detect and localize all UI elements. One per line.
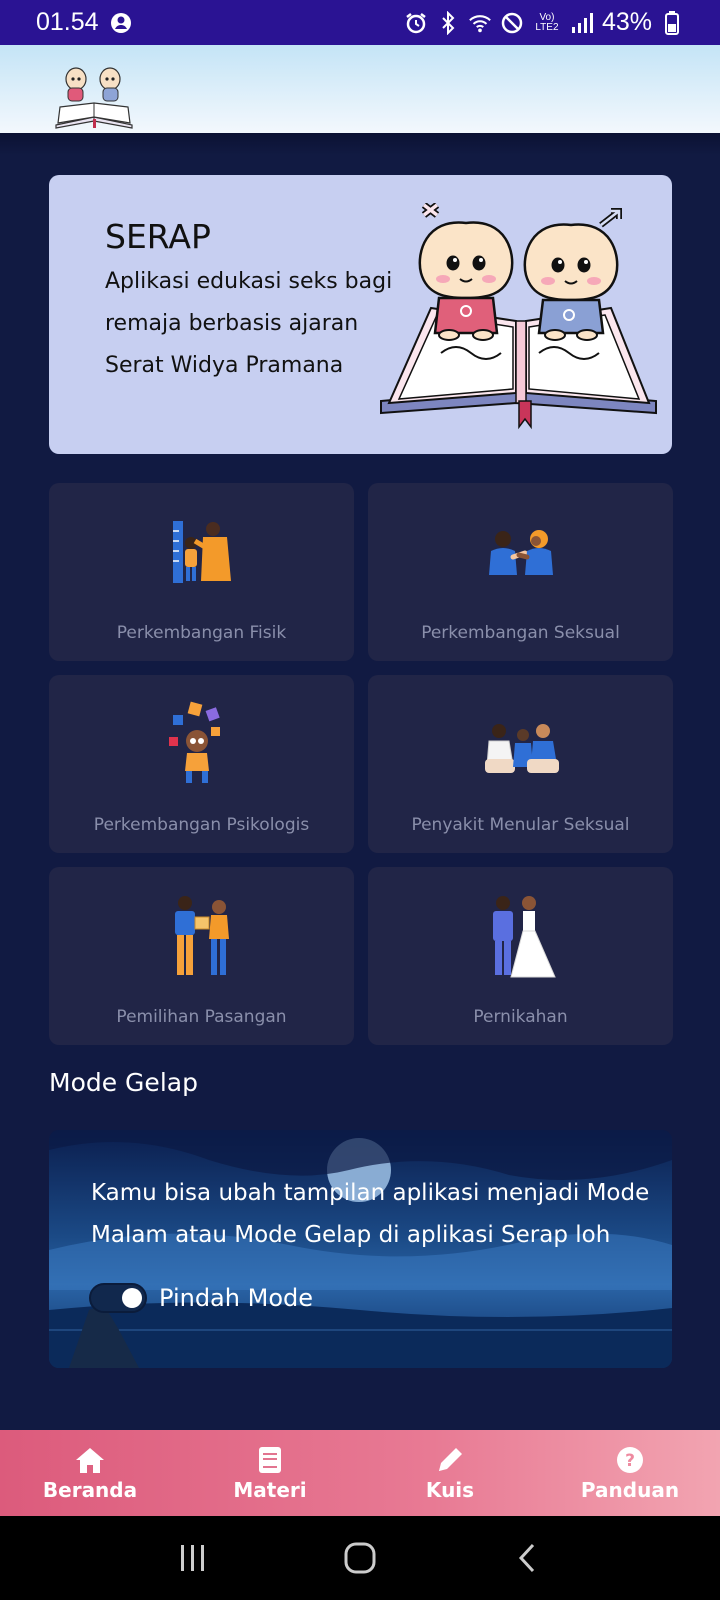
nav-kuis[interactable]: Kuis [360,1430,540,1516]
nav-label: Kuis [425,1478,475,1502]
nav-materi[interactable]: Materi [180,1430,360,1516]
nav-label: Panduan [580,1478,680,1502]
topic-grid: Perkembangan Fisik Perkembangan Seksual … [49,483,673,1045]
menu-card-pernikahan[interactable]: Pernikahan [368,867,673,1045]
hero-card: SERAP Aplikasi edukasi seks bagi remaja … [49,175,672,454]
battery-percent: 43% [601,8,652,36]
hero-description: Aplikasi edukasi seks bagi remaja berbas… [105,269,393,378]
battery-icon [660,10,684,35]
menu-label: Perkembangan Fisik [116,623,287,643]
nav-panduan[interactable]: ? Panduan [540,1430,720,1516]
dark-mode-card: Kamu bisa ubah tampilan aplikasi menjadi… [49,1130,672,1368]
wedding-couple-icon [492,896,556,978]
menu-card-penyakit-menular-seksual[interactable]: Penyakit Menular Seksual [368,675,673,853]
serap-mascot-illustration [380,203,657,430]
help-icon: ? [613,1444,647,1476]
home-circle-icon [344,1542,376,1574]
bluetooth-icon [436,10,460,35]
toggle-label: Pindah Mode [159,1284,313,1312]
dark-mode-toggle[interactable] [89,1283,147,1313]
back-icon [518,1543,534,1573]
nav-beranda[interactable]: Beranda [0,1430,180,1516]
serap-logo [55,67,133,129]
toggle-knob [122,1288,142,1308]
status-bar: 01.54 Vo) LTE2 43% [0,0,720,45]
system-nav-bar [0,1516,720,1600]
status-time: 01.54 [36,8,99,36]
gift-exchange-icon [174,896,229,975]
menu-label: Perkembangan Seksual [421,623,620,643]
book-icon [253,1444,287,1476]
hero-title: SERAP [105,217,211,256]
dark-mode-description: Kamu bisa ubah tampilan aplikasi menjadi… [91,1180,650,1248]
dnd-icon [500,11,524,35]
couple-handshake-icon [488,530,553,575]
nav-label: Materi [233,1478,307,1502]
profile-icon [109,11,133,35]
menu-card-perkembangan-fisik[interactable]: Perkembangan Fisik [49,483,354,661]
bottom-nav: Beranda Materi Kuis ? Panduan [0,1430,720,1516]
menu-label: Penyakit Menular Seksual [411,815,630,835]
menu-card-perkembangan-psikologis[interactable]: Perkembangan Psikologis [49,675,354,853]
header-shadow [0,133,720,155]
recent-apps-button[interactable] [163,1533,223,1583]
dark-mode-title: Mode Gelap [49,1068,198,1097]
signal-icon [570,11,594,35]
lte-icon: Vo) LTE2 [535,11,559,33]
height-measure-icon [172,521,231,583]
alarm-icon [404,11,428,35]
nav-label: Beranda [42,1478,138,1502]
app-header [0,45,720,133]
home-button[interactable] [330,1533,390,1583]
menu-label: Pemilihan Pasangan [116,1007,287,1027]
svg-text:?: ? [625,1451,635,1471]
home-icon [73,1444,107,1476]
puzzle-thinking-icon [168,701,220,783]
menu-label: Perkembangan Psikologis [93,815,310,835]
menu-card-pemilihan-pasangan[interactable]: Pemilihan Pasangan [49,867,354,1045]
back-button[interactable] [497,1533,557,1583]
menu-label: Pernikahan [473,1007,568,1027]
wifi-icon [468,11,492,35]
menu-card-perkembangan-seksual[interactable]: Perkembangan Seksual [368,483,673,661]
pencil-icon [433,1444,467,1476]
recent-apps-icon [181,1545,205,1571]
doctor-consult-icon [484,724,559,773]
toggle-row: Pindah Mode [89,1283,313,1313]
